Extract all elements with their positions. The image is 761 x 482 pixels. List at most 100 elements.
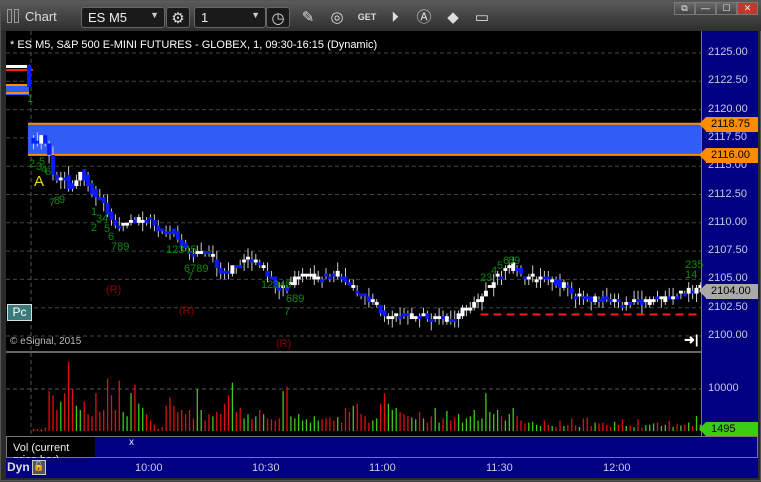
candle-body <box>265 270 270 277</box>
candle-body <box>35 140 40 144</box>
candle-body <box>589 296 594 303</box>
candle-body <box>600 296 605 303</box>
candle-body <box>608 299 613 303</box>
candle-body <box>398 316 403 320</box>
dynamic-mode-label[interactable]: Dyn <box>7 460 30 474</box>
candle-body <box>374 302 379 305</box>
candle-body <box>207 251 211 254</box>
price-tick-label: 2102.50 <box>708 300 748 313</box>
copyright: © eSignal, 2015 <box>10 336 82 347</box>
candle-body <box>62 177 67 181</box>
candle-body <box>210 253 215 257</box>
close-study-icon[interactable]: x <box>129 437 134 448</box>
candle-body <box>409 313 414 320</box>
candle-body <box>109 211 114 220</box>
candle-body <box>121 222 126 226</box>
reversal-label: (R) <box>276 338 292 350</box>
price-tick-label: 2110.00 <box>708 215 747 228</box>
candle-body <box>230 265 235 274</box>
candle-body <box>164 231 169 235</box>
wave-count-label: 689 <box>286 293 305 305</box>
time-tick-label: 11:30 <box>486 462 513 474</box>
wave-count-label: 89 <box>508 255 521 267</box>
candle-body <box>113 219 118 226</box>
candle-body <box>175 231 180 240</box>
candle-body <box>550 279 555 283</box>
candle-body <box>242 259 247 263</box>
candle-body <box>456 313 461 320</box>
candle-body <box>136 217 141 223</box>
candle-body <box>47 143 52 155</box>
candle-body <box>324 273 328 277</box>
candle-body <box>218 268 223 274</box>
candle-body <box>682 293 687 297</box>
candle-body <box>425 313 430 320</box>
wave-count-label: 12345 <box>166 244 197 256</box>
candle-body <box>39 135 44 144</box>
lock-icon[interactable]: 🔓 <box>32 460 46 475</box>
candle-body <box>327 276 332 280</box>
candle-body <box>468 307 473 311</box>
candle-body <box>366 296 371 303</box>
supply-zone <box>28 123 701 155</box>
chart-window: Chart ES M5 ▼ ⚙ 1 ▼ ◷ ✎ ◎ GET ⏵ Ⓐ ◆ ▭ ⧉ — … <box>0 0 761 481</box>
candle-body <box>86 174 91 187</box>
candle-body <box>460 307 465 317</box>
candle-body <box>78 171 83 181</box>
candle-body <box>359 293 364 297</box>
wave-count-label: 6 <box>45 166 52 178</box>
candle-body <box>66 174 71 189</box>
candle-body <box>655 296 660 300</box>
candle-body <box>503 268 508 271</box>
candle-body <box>405 313 410 317</box>
candle-body <box>671 296 676 300</box>
candle-body <box>238 265 243 269</box>
time-tick-label: 10:30 <box>252 462 280 474</box>
signal-a-label: A <box>34 173 45 190</box>
candle-body <box>612 299 617 303</box>
candle-body <box>144 219 149 223</box>
time-axis[interactable]: Dyn 🔓 10:00 10:30 11:00 11:30 12:00 <box>6 458 758 478</box>
candle-body <box>249 259 254 263</box>
candle-body <box>320 279 325 283</box>
candle-body <box>70 183 75 189</box>
candle-body <box>386 316 391 320</box>
candle-body <box>581 296 586 300</box>
candle-body <box>54 174 59 181</box>
candle-body <box>292 276 297 286</box>
scroll-to-end-icon[interactable]: ➜| <box>684 332 699 348</box>
candle-body <box>690 290 695 294</box>
candle-body <box>370 299 375 303</box>
candle-body <box>554 279 559 286</box>
candle-body <box>530 273 535 277</box>
candle-body <box>651 299 656 303</box>
candle-body <box>519 268 523 274</box>
price-tick-label: 2120.00 <box>708 102 748 115</box>
candle-body <box>93 188 98 198</box>
prior-candle <box>6 65 28 68</box>
price-tick-label: 2125.00 <box>708 46 748 58</box>
candle-body <box>132 219 137 223</box>
candle-body <box>347 282 352 286</box>
candle-body <box>632 299 637 303</box>
price-axis[interactable]: 2125.00 2122.50 2120.00 2117.50 2115.00 2112.… <box>699 31 758 437</box>
candle-body <box>577 293 582 297</box>
candle-body <box>522 276 527 280</box>
wave-count-label: 789 <box>111 241 130 253</box>
candle-body <box>643 299 648 303</box>
candle-body <box>129 219 133 223</box>
candle-body <box>148 217 153 220</box>
candle-body <box>171 228 176 235</box>
candle-body <box>546 276 551 280</box>
candle-body <box>378 304 383 314</box>
candle-body <box>647 299 652 305</box>
candle-body <box>58 177 63 181</box>
candle-body <box>222 270 227 274</box>
candle-body <box>636 299 640 303</box>
price-tick-label: 2107.50 <box>708 244 748 257</box>
pc-badge[interactable]: Pc <box>7 304 32 321</box>
candle-body <box>97 197 102 201</box>
candle-body <box>437 316 442 320</box>
current-volume-tag: 1495 <box>699 422 758 437</box>
candle-body <box>402 313 406 317</box>
